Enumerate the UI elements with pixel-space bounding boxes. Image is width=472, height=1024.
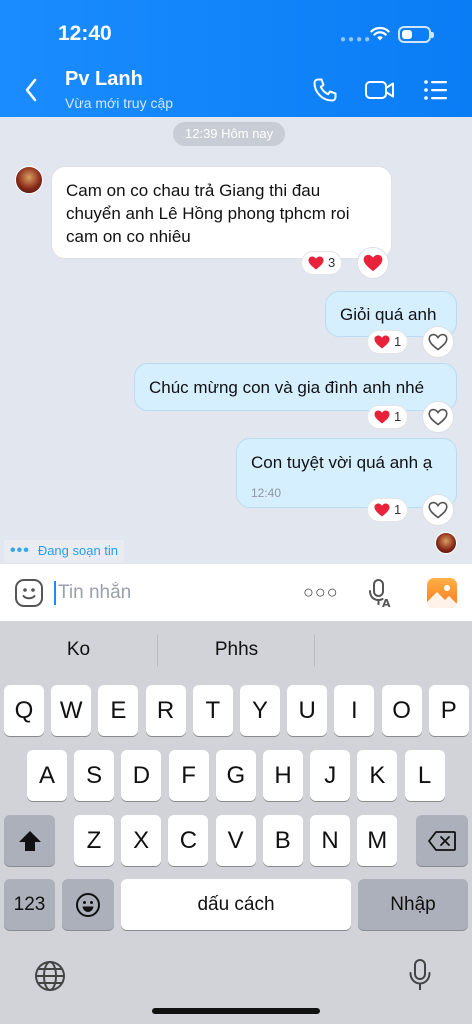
key-r[interactable]: R	[145, 685, 186, 736]
typing-indicator: ••• Đang soạn tin	[4, 540, 125, 562]
space-key[interactable]: dấu cách	[121, 879, 351, 930]
shift-key[interactable]	[4, 815, 55, 866]
return-key[interactable]: Nhập	[358, 879, 468, 930]
image-icon	[427, 585, 457, 608]
reaction-summary[interactable]: 1	[368, 331, 408, 353]
voice-to-text-icon[interactable]: A	[366, 578, 392, 608]
contact-status: Vừa mới truy cập	[65, 95, 174, 111]
reaction-count: 1	[394, 502, 402, 517]
key-z[interactable]: Z	[74, 815, 114, 866]
key-w[interactable]: W	[51, 685, 92, 736]
react-heart-button[interactable]	[422, 326, 454, 358]
emoji-key[interactable]	[62, 879, 114, 930]
battery-level	[402, 30, 412, 39]
date-divider: 12:39 Hôm nay	[173, 122, 286, 146]
key-i[interactable]: I	[334, 685, 375, 736]
key-b[interactable]: B	[262, 815, 303, 866]
key-n[interactable]: N	[310, 815, 350, 866]
message-text: Cam on co chau trả Giang thi đau chuyển …	[66, 181, 350, 246]
contact-name[interactable]: Pv Lanh	[65, 68, 143, 91]
key-p[interactable]: P	[428, 685, 469, 736]
key-t[interactable]: T	[192, 685, 233, 736]
globe-icon[interactable]	[34, 960, 66, 992]
message-timestamp: 12:40	[251, 486, 282, 500]
numbers-key[interactable]: 123	[4, 879, 55, 930]
key-o[interactable]: O	[381, 685, 422, 736]
backspace-key[interactable]	[416, 815, 468, 866]
suggestion-1[interactable]: Ko	[0, 639, 157, 661]
message-bubble-outgoing[interactable]: Chúc mừng con và gia đình anh nhé	[134, 363, 457, 411]
dictation-mic-icon[interactable]	[408, 958, 432, 992]
reaction-summary[interactable]: 1	[368, 499, 408, 521]
home-indicator	[152, 1008, 320, 1014]
key-a[interactable]: A	[27, 750, 67, 801]
message-bubble-incoming[interactable]: Cam on co chau trả Giang thi đau chuyển …	[51, 166, 392, 259]
status-time: 12:40	[58, 22, 112, 45]
reaction-count: 3	[328, 255, 336, 270]
key-v[interactable]: V	[215, 815, 256, 866]
menu-list-icon[interactable]	[423, 77, 449, 103]
react-heart-button[interactable]	[422, 401, 454, 433]
text-cursor	[54, 581, 56, 605]
video-call-icon[interactable]	[364, 77, 396, 103]
heart-icon	[374, 335, 390, 349]
heart-icon	[363, 254, 383, 272]
typing-text: Đang soạn tin	[37, 543, 119, 558]
message-input-bar: ○○○ A	[0, 563, 472, 621]
react-heart-button[interactable]	[357, 247, 389, 279]
heart-icon	[374, 410, 390, 424]
message-text: Chúc mừng con và gia đình anh nhé	[149, 378, 425, 397]
wifi-icon	[370, 26, 390, 41]
reaction-summary[interactable]: 1	[368, 406, 408, 428]
key-g[interactable]: G	[215, 750, 256, 801]
typing-dots-icon: •••	[10, 542, 30, 559]
key-s[interactable]: S	[74, 750, 115, 801]
svg-text:A: A	[382, 597, 391, 608]
battery-icon	[398, 26, 434, 43]
key-m[interactable]: M	[357, 815, 398, 866]
photo-gallery-icon[interactable]	[427, 578, 457, 608]
delete-backward-icon	[428, 830, 456, 851]
sticker-emoji-icon[interactable]	[14, 578, 44, 608]
heart-icon	[374, 503, 390, 517]
react-heart-button[interactable]	[422, 494, 454, 526]
reaction-count: 1	[394, 409, 402, 424]
chat-header: 12:40 ●●●● Pv Lanh Vừa mới truy cập	[0, 0, 472, 117]
seen-avatar	[435, 532, 457, 554]
heart-outline-icon	[428, 501, 448, 519]
contact-avatar[interactable]	[15, 166, 43, 194]
key-y[interactable]: Y	[240, 685, 280, 736]
message-text: Giỏi quá anh	[340, 305, 437, 324]
key-u[interactable]: U	[287, 685, 328, 736]
key-x[interactable]: X	[121, 815, 162, 866]
heart-outline-icon	[428, 408, 448, 426]
phone-call-icon[interactable]	[312, 77, 338, 103]
key-h[interactable]: H	[263, 750, 303, 801]
signal-icon: ●●●●	[340, 34, 373, 45]
more-options-icon[interactable]: ○○○	[303, 582, 339, 603]
key-k[interactable]: K	[357, 750, 398, 801]
key-l[interactable]: L	[404, 750, 445, 801]
suggestion-2[interactable]: Phhs	[158, 639, 315, 661]
key-j[interactable]: J	[310, 750, 351, 801]
heart-icon	[308, 256, 324, 270]
key-f[interactable]: F	[168, 750, 209, 801]
message-bubble-outgoing[interactable]: Con tuyệt vời quá anh ạ 12:40	[236, 438, 457, 508]
emoji-face-icon	[76, 892, 100, 917]
key-q[interactable]: Q	[4, 685, 44, 736]
reaction-summary[interactable]: 3	[302, 252, 342, 274]
system-keyboard: Ko Phhs QWERTYUIOP ASDFGHJKL ZXCVBNM 123…	[0, 621, 472, 1024]
heart-outline-icon	[428, 333, 448, 351]
suggestion-divider	[314, 635, 315, 667]
key-c[interactable]: C	[168, 815, 209, 866]
back-arrow-icon[interactable]	[24, 78, 38, 102]
shift-arrow-icon	[18, 830, 41, 851]
key-d[interactable]: D	[121, 750, 162, 801]
key-e[interactable]: E	[98, 685, 139, 736]
chat-messages-area[interactable]: 12:39 Hôm nay Cam on co chau trả Giang t…	[0, 117, 472, 563]
reaction-count: 1	[394, 334, 402, 349]
message-input[interactable]	[58, 578, 288, 608]
message-text: Con tuyệt vời quá anh ạ	[251, 453, 433, 472]
